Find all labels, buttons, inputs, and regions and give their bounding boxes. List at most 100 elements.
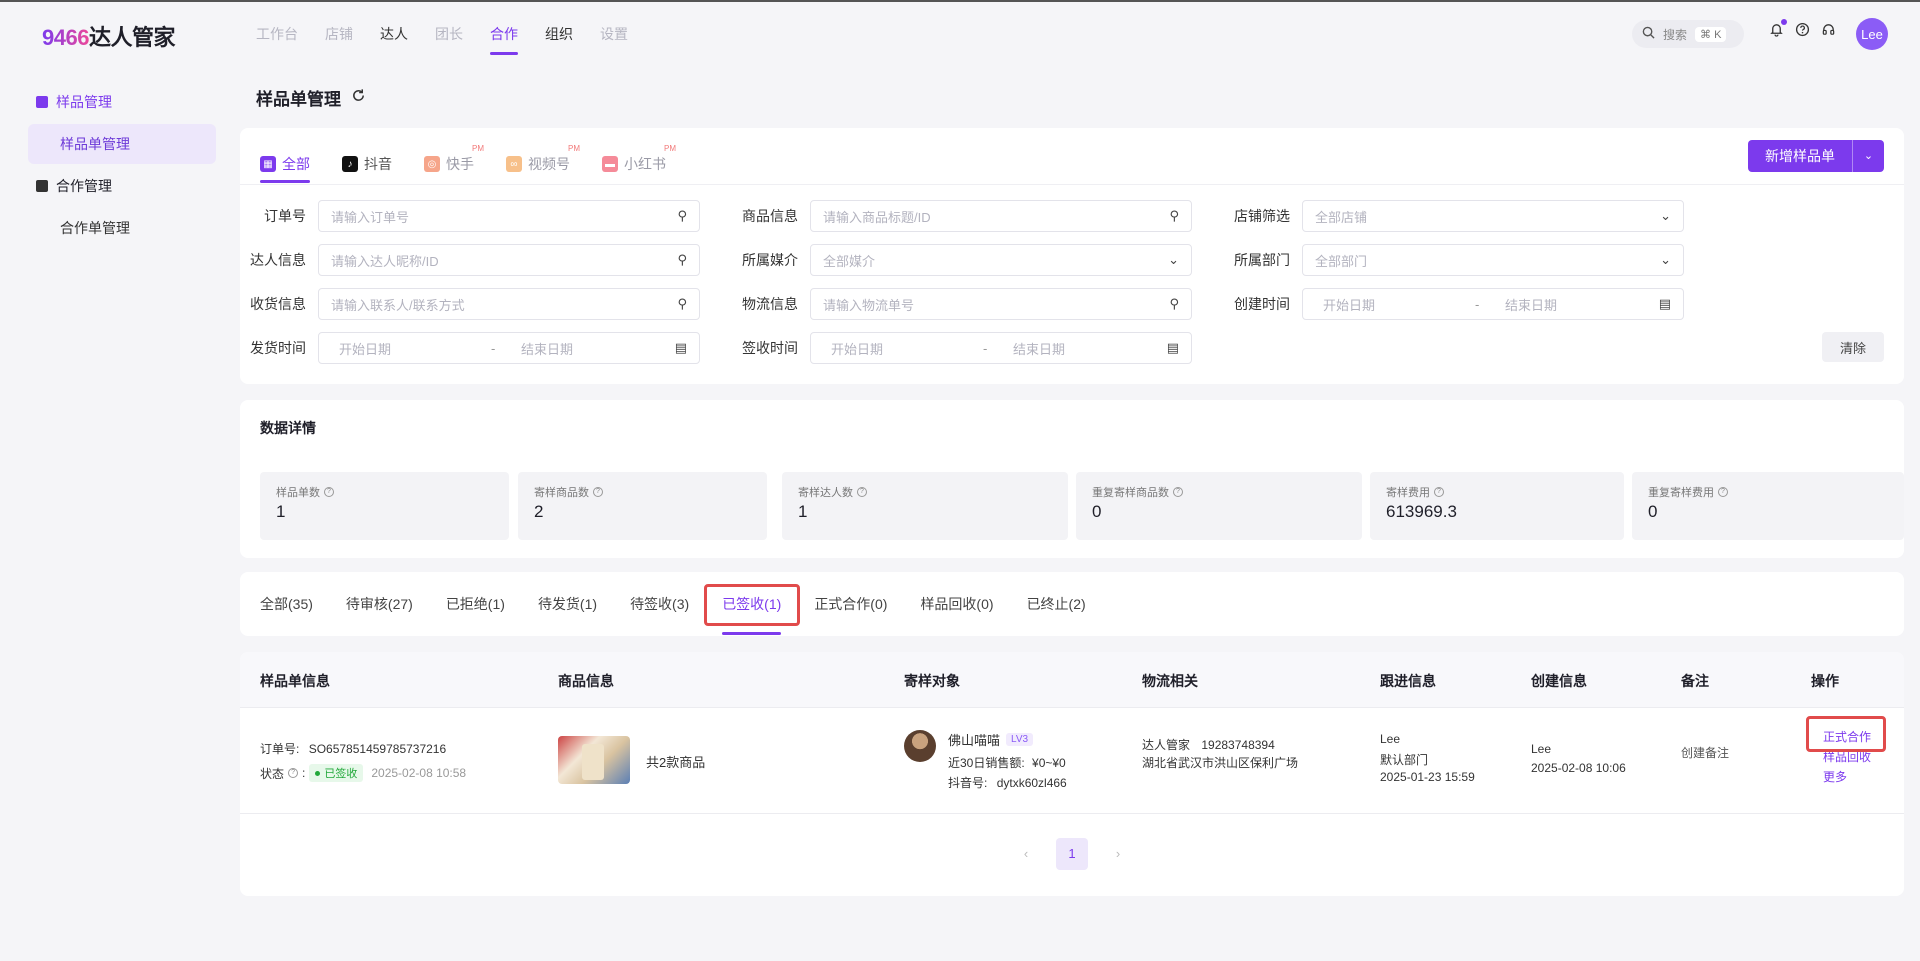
end-date[interactable]: 结束日期 (1495, 295, 1659, 314)
page-number[interactable]: 1 (1056, 838, 1088, 870)
sidebar-item-sample-orders[interactable]: 样品单管理 (28, 124, 216, 164)
nav-cooperation[interactable]: 合作 (490, 24, 518, 58)
start-date[interactable]: 开始日期 (1315, 295, 1475, 314)
highlight-box (704, 584, 800, 626)
logo[interactable]: 9466达人管家 (42, 20, 175, 52)
status-text: 已签收 (324, 768, 358, 780)
select-value: 全部媒介 (823, 253, 876, 269)
stat-value: 613969.3 (1386, 502, 1457, 521)
create-time: 2025-02-08 10:06 (1531, 761, 1626, 775)
page-title-text: 样品单管理 (256, 90, 341, 109)
pagination: ‹ 1 › (240, 838, 1904, 870)
stat-repeat-cost: 重复寄样费用? 0 (1632, 472, 1904, 540)
nav-organization[interactable]: 组织 (545, 24, 573, 58)
pm-badge: PM (664, 144, 676, 153)
stat-label: 重复寄样商品数 (1092, 487, 1169, 499)
tab-all-platforms[interactable]: ▦ 全部 (260, 146, 310, 183)
created-date-range[interactable]: 开始日期 - 结束日期 ▤ (1302, 288, 1684, 320)
sidebar: 样品管理 样品单管理 合作管理 合作单管理 (28, 82, 216, 250)
logistics-input[interactable]: 请输入物流单号 ⚲ (810, 288, 1192, 320)
tab-xiaohongshu[interactable]: ▬ 小红书 PM (602, 144, 676, 182)
start-date[interactable]: 开始日期 (331, 339, 491, 358)
filter-panel: ▦ 全部 ♪ 抖音 ◎ 快手 PM ∞ 视频号 PM ▬ 小红书 PM 新增样品… (240, 128, 1904, 384)
question-icon[interactable]: ? (1434, 487, 1444, 497)
question-icon[interactable]: ? (1718, 487, 1728, 497)
product-thumbnail[interactable] (558, 736, 630, 784)
clear-filters-button[interactable]: 清除 (1822, 332, 1884, 362)
help-icon[interactable] (1794, 22, 1810, 38)
bell-icon[interactable] (1768, 19, 1787, 38)
tab-status-formal-coop[interactable]: 正式合作(0) (814, 588, 887, 620)
question-icon[interactable]: ? (1173, 487, 1183, 497)
tab-status-terminated[interactable]: 已终止(2) (1027, 588, 1086, 620)
tab-channels[interactable]: ∞ 视频号 PM (506, 144, 580, 182)
stat-label: 寄样商品数 (534, 487, 589, 499)
question-icon[interactable]: ? (324, 487, 334, 497)
divider (240, 184, 1904, 185)
filter-product: 商品信息 请输入商品标题/ID ⚲ (732, 200, 1192, 232)
dept-select[interactable]: 全部部门 ⌄ (1302, 244, 1684, 276)
nav-shop[interactable]: 店铺 (325, 24, 353, 58)
input-placeholder: 请输入联系人/联系方式 (331, 297, 465, 313)
prev-page-icon[interactable]: ‹ (1010, 838, 1042, 870)
sidebar-group-cooperation[interactable]: 合作管理 (28, 166, 216, 206)
nav-team-leader[interactable]: 团长 (435, 24, 463, 58)
tab-status-pending-ship[interactable]: 待发货(1) (538, 588, 597, 620)
grid-icon: ▦ (260, 156, 276, 172)
headset-icon[interactable] (1820, 22, 1836, 38)
user-avatar[interactable]: Lee (1856, 18, 1888, 50)
product-count[interactable]: 共2款商品 (646, 752, 705, 771)
stat-value: 0 (1648, 502, 1658, 521)
talent-level-badge: LV3 (1006, 733, 1034, 746)
next-page-icon[interactable]: › (1102, 838, 1134, 870)
shipped-date-range[interactable]: 开始日期 - 结束日期 ▤ (318, 332, 700, 364)
question-icon[interactable]: ? (288, 768, 299, 778)
filter-label: 商品信息 (742, 208, 798, 224)
sidebar-item-cooperation-orders[interactable]: 合作单管理 (28, 208, 216, 248)
column-header: 样品单信息 (260, 673, 330, 689)
talent-avatar[interactable] (904, 730, 936, 762)
question-icon[interactable]: ? (593, 487, 603, 497)
logistics-address: 湖北省武汉市洪山区保利广场 (1142, 756, 1299, 770)
question-icon[interactable]: ? (857, 487, 867, 497)
start-date[interactable]: 开始日期 (823, 339, 983, 358)
global-search[interactable]: 搜索 ⌘ K (1632, 20, 1744, 48)
receiver-input[interactable]: 请输入联系人/联系方式 ⚲ (318, 288, 700, 320)
end-date[interactable]: 结束日期 (511, 339, 675, 358)
shop-select[interactable]: 全部店铺 ⌄ (1302, 200, 1684, 232)
order-no[interactable]: SO657851459785737216 (309, 742, 446, 756)
tab-status-pending-review[interactable]: 待审核(27) (346, 588, 413, 620)
filter-label: 收货信息 (250, 296, 306, 312)
talent-input[interactable]: 请输入达人昵称/ID ⚲ (318, 244, 700, 276)
talent-name[interactable]: 佛山喵喵 (948, 730, 1000, 749)
tab-douyin[interactable]: ♪ 抖音 (342, 146, 392, 182)
tab-status-pending-sign[interactable]: 待签收(3) (630, 588, 689, 620)
nav-talent[interactable]: 达人 (380, 24, 408, 58)
tab-status-all[interactable]: 全部(35) (260, 588, 313, 620)
sidebar-group-sample[interactable]: 样品管理 (28, 82, 216, 122)
table-header: 样品单信息 商品信息 寄样对象 物流相关 跟进信息 创建信息 备注 操作 (240, 652, 1904, 708)
chevron-down-icon[interactable]: ⌄ (1852, 140, 1884, 172)
more-link[interactable]: 更多 (1823, 768, 1847, 785)
nav-workbench[interactable]: 工作台 (256, 24, 298, 58)
douyin-id: dytxk60zl466 (996, 776, 1067, 790)
date-separator: - (1475, 296, 1480, 312)
media-select[interactable]: 全部媒介 ⌄ (810, 244, 1192, 276)
signed-date-range[interactable]: 开始日期 - 结束日期 ▤ (810, 332, 1192, 364)
order-no-input[interactable]: 请输入订单号 ⚲ (318, 200, 700, 232)
input-placeholder: 请输入订单号 (331, 209, 410, 225)
stat-sample-talents: 寄样达人数? 1 (782, 472, 1068, 540)
tab-kuaishou[interactable]: ◎ 快手 PM (424, 144, 484, 182)
tab-status-recycled[interactable]: 样品回收(0) (920, 588, 993, 620)
add-sample-order-button[interactable]: 新增样品单 ⌄ (1748, 140, 1884, 172)
page-title: 样品单管理 (256, 85, 366, 110)
product-input[interactable]: 请输入商品标题/ID ⚲ (810, 200, 1192, 232)
tab-status-rejected[interactable]: 已拒绝(1) (446, 588, 505, 620)
search-icon: ⚲ (677, 296, 687, 311)
filter-shipped: 发货时间 开始日期 - 结束日期 ▤ (240, 332, 700, 364)
end-date[interactable]: 结束日期 (1003, 339, 1167, 358)
nav-settings[interactable]: 设置 (600, 24, 628, 58)
refresh-icon[interactable] (351, 88, 366, 108)
stats-panel: 数据详情 样品单数? 1 寄样商品数? 2 寄样达人数? 1 重复寄样商品数? … (240, 400, 1904, 558)
remark[interactable]: 创建备注 (1681, 744, 1729, 761)
